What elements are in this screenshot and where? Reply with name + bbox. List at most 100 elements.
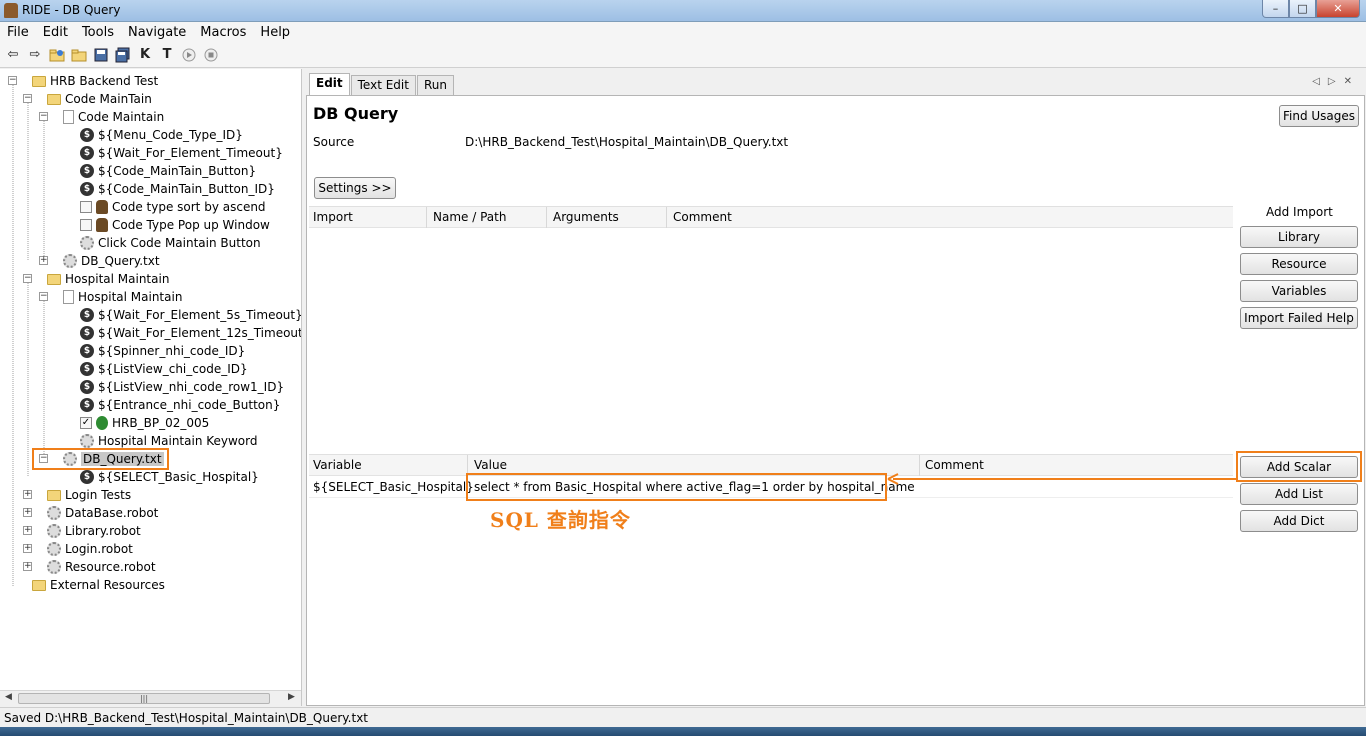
- tab-next-icon[interactable]: ▷: [1328, 76, 1344, 87]
- tree-root-row[interactable]: − HRB Backend Test: [8, 72, 158, 90]
- menu-edit[interactable]: Edit: [36, 25, 75, 40]
- maximize-button[interactable]: □: [1289, 0, 1316, 18]
- keyword-search-icon[interactable]: K: [135, 45, 155, 65]
- menu-tools[interactable]: Tools: [75, 25, 121, 40]
- menu-macros[interactable]: Macros: [193, 25, 253, 40]
- find-usages-button[interactable]: Find Usages: [1279, 105, 1359, 127]
- tree-login-folder[interactable]: + Login Tests: [23, 486, 131, 504]
- tree-code-maintain-folder[interactable]: − Code MainTain: [23, 90, 152, 108]
- tree-variable-item[interactable]: $ ${Wait_For_Element_5s_Timeout}: [80, 306, 302, 324]
- menu-navigate[interactable]: Navigate: [121, 25, 193, 40]
- back-icon[interactable]: ⇦: [3, 45, 23, 65]
- add-dict-button[interactable]: Add Dict: [1240, 510, 1358, 532]
- open-icon[interactable]: [47, 45, 67, 65]
- import-table[interactable]: Import Name / Path Arguments Comment: [309, 206, 1233, 453]
- menu-help[interactable]: Help: [253, 25, 297, 40]
- tree-robot-file[interactable]: + DataBase.robot: [23, 504, 158, 522]
- source-label: Source: [313, 135, 355, 149]
- tree-external-resources[interactable]: External Resources: [32, 576, 165, 594]
- expand-icon[interactable]: +: [23, 490, 32, 499]
- tree-test-item[interactable]: ✓ HRB_BP_02_005: [80, 414, 209, 432]
- add-variables-button[interactable]: Variables: [1240, 280, 1358, 302]
- forward-icon[interactable]: ⇨: [25, 45, 45, 65]
- tree-test-item[interactable]: Code type sort by ascend: [80, 198, 266, 216]
- tree-label: HRB_BP_02_005: [112, 416, 210, 430]
- test-checkbox[interactable]: ✓: [80, 417, 92, 429]
- expand-icon[interactable]: +: [23, 544, 32, 553]
- tree-code-maintain-suite[interactable]: − Code Maintain: [39, 108, 164, 126]
- menu-file[interactable]: File: [0, 25, 36, 40]
- variable-icon: $: [80, 362, 94, 376]
- tree-robot-file[interactable]: + Login.robot: [23, 540, 133, 558]
- tab-edit[interactable]: Edit: [309, 73, 350, 95]
- tab-prev-icon[interactable]: ◁: [1312, 76, 1328, 87]
- expand-icon[interactable]: +: [23, 526, 32, 535]
- tree-variable-item[interactable]: $ ${Spinner_nhi_code_ID}: [80, 342, 245, 360]
- tree-variable-item[interactable]: $ ${Menu_Code_Type_ID}: [80, 126, 243, 144]
- tree-label: ${Wait_For_Element_5s_Timeout}: [98, 308, 302, 322]
- gear-icon: [80, 434, 94, 448]
- import-failed-help-button[interactable]: Import Failed Help: [1240, 307, 1358, 329]
- open-folder-icon[interactable]: [69, 45, 89, 65]
- tree-hospital-suite[interactable]: − Hospital Maintain: [39, 288, 182, 306]
- scroll-left-icon[interactable]: ◀: [5, 692, 12, 702]
- expand-icon[interactable]: +: [39, 256, 48, 265]
- tree-label: Hospital Maintain: [65, 272, 170, 286]
- robot-icon: [96, 200, 108, 214]
- collapse-icon[interactable]: −: [39, 292, 48, 301]
- tree-label: Hospital Maintain: [78, 290, 183, 304]
- tree-variable-item[interactable]: $ ${SELECT_Basic_Hospital}: [80, 468, 259, 486]
- tree-variable-item[interactable]: $ ${ListView_nhi_code_row1_ID}: [80, 378, 284, 396]
- collapse-icon[interactable]: −: [23, 274, 32, 283]
- tab-run[interactable]: Run: [416, 75, 454, 95]
- collapse-icon[interactable]: −: [8, 76, 17, 85]
- expand-icon[interactable]: +: [23, 508, 32, 517]
- tree-label: External Resources: [50, 578, 165, 592]
- tree-label: Library.robot: [65, 524, 141, 538]
- tree-label: ${ListView_chi_code_ID}: [98, 362, 248, 376]
- tab-text-edit[interactable]: Text Edit: [350, 75, 416, 95]
- scroll-right-icon[interactable]: ▶: [288, 692, 295, 702]
- save-icon[interactable]: [91, 45, 111, 65]
- project-tree[interactable]: − HRB Backend Test − Code MainTain − Cod…: [0, 69, 302, 706]
- run-icon[interactable]: [179, 45, 199, 65]
- tree-variable-item[interactable]: $ ${Code_MainTain_Button}: [80, 162, 256, 180]
- tree-hospital-folder[interactable]: − Hospital Maintain: [23, 270, 169, 288]
- save-all-icon[interactable]: [113, 45, 133, 65]
- tree-variable-item[interactable]: $ ${ListView_chi_code_ID}: [80, 360, 248, 378]
- minimize-button[interactable]: –: [1262, 0, 1289, 18]
- settings-button[interactable]: Settings >>: [314, 177, 396, 199]
- variable-icon: $: [80, 164, 94, 178]
- tree-label: ${ListView_nhi_code_row1_ID}: [98, 380, 285, 394]
- tree-variable-item[interactable]: $ ${Wait_For_Element_12s_Timeout}: [80, 324, 301, 342]
- test-checkbox[interactable]: [80, 201, 92, 213]
- tree-horizontal-scrollbar[interactable]: ◀ ||| ▶: [0, 690, 301, 706]
- collapse-icon[interactable]: −: [39, 112, 48, 121]
- robot-passed-icon: [96, 416, 108, 430]
- expand-icon[interactable]: +: [23, 562, 32, 571]
- gear-icon: [47, 524, 61, 538]
- tree-resource-item[interactable]: + DB_Query.txt: [39, 252, 160, 270]
- add-resource-button[interactable]: Resource: [1240, 253, 1358, 275]
- test-search-icon[interactable]: T: [157, 45, 177, 65]
- variable-cell[interactable]: ${SELECT_Basic_Hospital}: [313, 480, 474, 494]
- tree-variable-item[interactable]: $ ${Entrance_nhi_code_Button}: [80, 396, 280, 414]
- scrollbar-thumb[interactable]: |||: [18, 693, 270, 704]
- tree-robot-file[interactable]: + Resource.robot: [23, 558, 156, 576]
- tree-keyword-item[interactable]: Click Code Maintain Button: [80, 234, 261, 252]
- gear-icon: [47, 542, 61, 556]
- collapse-icon[interactable]: −: [23, 94, 32, 103]
- tree-label: Hospital Maintain Keyword: [98, 434, 258, 448]
- tab-close-icon[interactable]: ✕: [1344, 76, 1360, 87]
- tree-variable-item[interactable]: $ ${Code_MainTain_Button_ID}: [80, 180, 275, 198]
- add-list-button[interactable]: Add List: [1240, 483, 1358, 505]
- tab-nav-arrows[interactable]: ◁▷✕: [1312, 76, 1360, 87]
- add-library-button[interactable]: Library: [1240, 226, 1358, 248]
- editor-tabs: Edit Text Edit Run: [305, 69, 455, 95]
- test-checkbox[interactable]: [80, 219, 92, 231]
- tree-robot-file[interactable]: + Library.robot: [23, 522, 141, 540]
- tree-variable-item[interactable]: $ ${Wait_For_Element_Timeout}: [80, 144, 283, 162]
- stop-icon[interactable]: [201, 45, 221, 65]
- tree-test-item[interactable]: Code Type Pop up Window: [80, 216, 270, 234]
- close-button[interactable]: ✕: [1316, 0, 1360, 18]
